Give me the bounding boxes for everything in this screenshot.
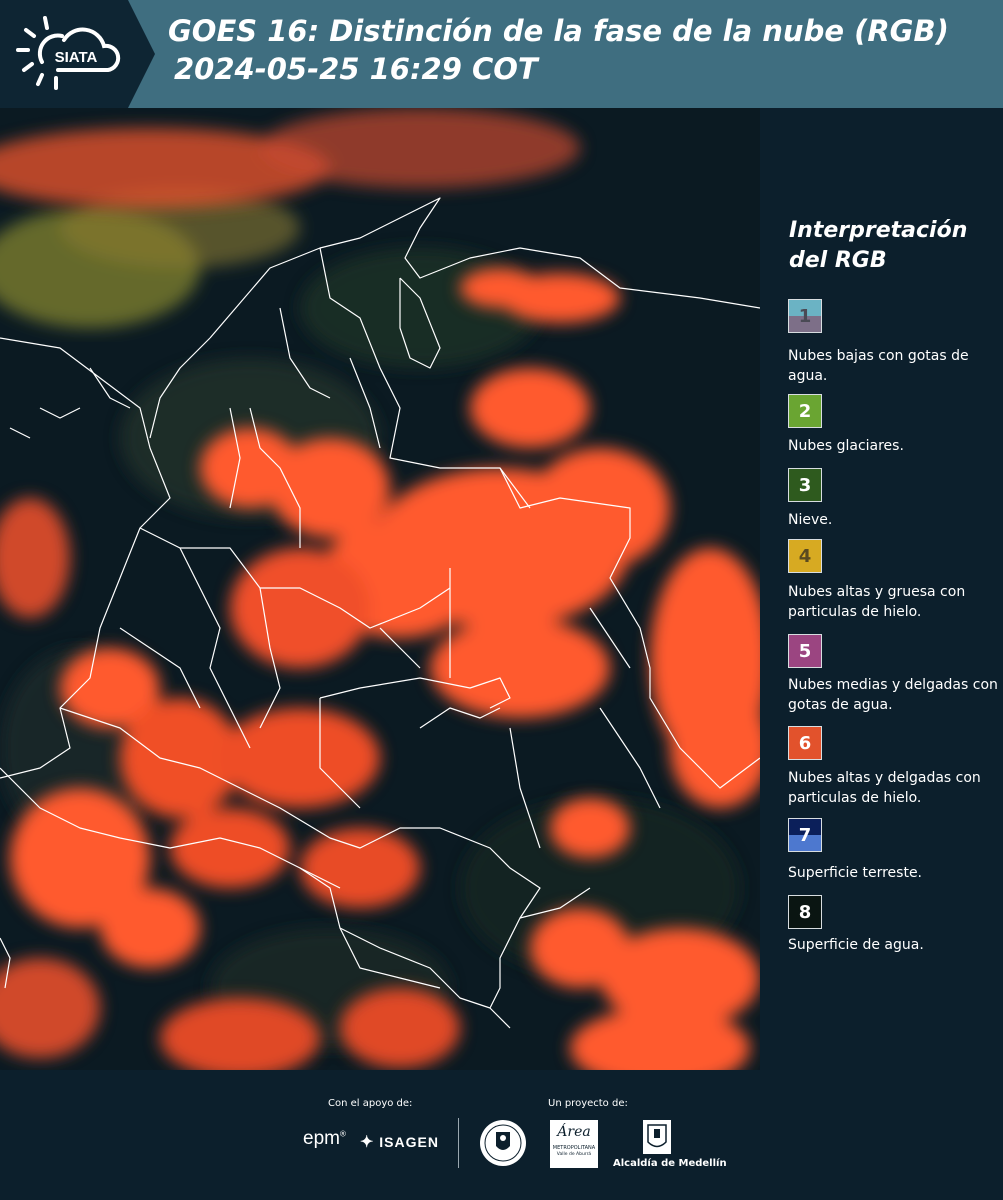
support-label: Con el apoyo de:: [328, 1098, 413, 1109]
epm-logo: epm®: [303, 1128, 346, 1149]
legend-label-7: Superficie terreste.: [788, 865, 923, 881]
area-logo-text: Área: [557, 1124, 591, 1140]
legend-label-1: Nubes bajas con gotas de agua.: [788, 348, 969, 384]
legend-title: Interpretación del RGB: [789, 216, 989, 276]
isagen-logo-text: ISAGEN: [379, 1134, 439, 1150]
legend-swatch-4: 4: [788, 539, 822, 573]
title-line2: 2024-05-25 16:29 COT: [174, 52, 538, 86]
legend-label-5: Nubes medias y delgadas con gotas de agu…: [788, 677, 998, 713]
legend-title-line1: Interpretación: [789, 218, 968, 243]
legend-swatch-5: 5: [788, 634, 822, 668]
project-label: Un proyecto de:: [548, 1098, 628, 1109]
legend-num-8: 8: [798, 901, 812, 923]
legend-swatch-6: 6: [788, 726, 822, 760]
legend-num-2: 2: [798, 400, 812, 422]
legend-num-5: 5: [798, 640, 812, 662]
legend-num-6: 6: [798, 732, 812, 754]
legend-swatch-8: 8: [788, 895, 822, 929]
legend-swatch-7: 7: [788, 818, 822, 852]
area-logo-subtext: METROPOLITANA: [552, 1145, 596, 1151]
legend-panel: Interpretación del RGB 1 Nubes bajas con…: [760, 108, 1003, 1070]
title-line1: GOES 16: Distinción de la fase de la nub…: [168, 14, 949, 48]
legend-label-4: Nubes altas y gruesa con particulas de h…: [788, 584, 966, 620]
satellite-map: [0, 108, 760, 1070]
siata-logo: SIATA: [0, 0, 155, 108]
legend-num-3: 3: [798, 474, 812, 496]
isagen-logo: ✦ ISAGEN: [360, 1132, 439, 1152]
footer-separator: [458, 1118, 459, 1168]
legend-label-2: Nubes glaciares.: [788, 438, 904, 454]
area-metropolitana-logo: Área METROPOLITANA Valle de Aburrá: [550, 1120, 598, 1168]
header-bar: SIATA GOES 16: Distinción de la fase de …: [0, 0, 1003, 108]
legend-num-4: 4: [798, 545, 812, 567]
legend-swatch-3: 3: [788, 468, 822, 502]
legend-swatch-1: 1: [788, 299, 822, 333]
legend-label-6: Nubes altas y delgadas con particulas de…: [788, 770, 981, 806]
legend-swatch-2: 2: [788, 394, 822, 428]
siata-logo-text: SIATA: [55, 49, 98, 66]
legend-title-line2: del RGB: [789, 248, 887, 273]
epm-logo-text: epm: [303, 1128, 340, 1149]
legend-label-3: Nieve.: [788, 512, 833, 528]
medellin-seal-logo: [478, 1118, 528, 1172]
alcaldia-label: Alcaldía de Medellín: [613, 1158, 727, 1169]
page-title: GOES 16: Distinción de la fase de la nub…: [168, 12, 949, 88]
footer: Con el apoyo de: Un proyecto de: epm® ✦ …: [0, 1070, 1003, 1200]
legend-label-8: Superficie de agua.: [788, 937, 924, 953]
legend-num-1: 1: [798, 305, 812, 327]
alcaldia-shield-icon: [640, 1118, 676, 1154]
legend-num-7: 7: [798, 824, 812, 846]
isagen-icon: ✦: [360, 1134, 375, 1151]
area-logo-valle: Valle de Aburrá: [556, 1152, 592, 1157]
